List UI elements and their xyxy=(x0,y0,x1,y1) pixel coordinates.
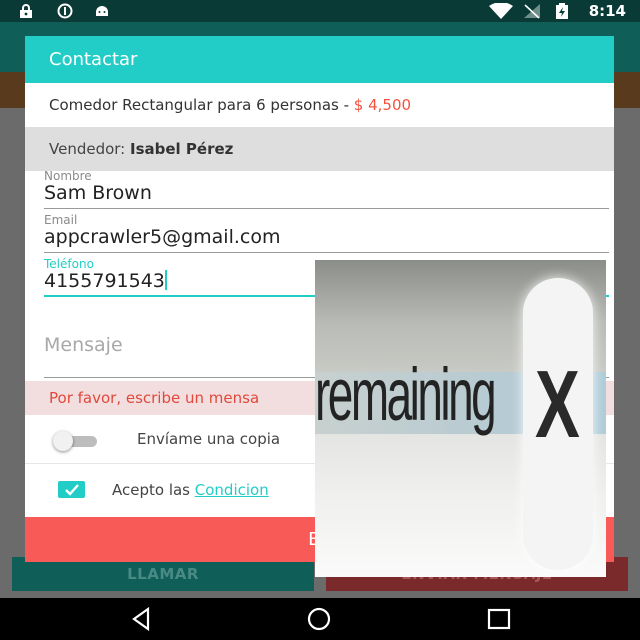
email-value[interactable]: appcrawler5@gmail.com xyxy=(44,226,280,248)
overlay-word: remaining xyxy=(315,353,497,436)
product-name: Comedor Rectangular para 6 personas - xyxy=(49,96,354,114)
overlay-image: remaining X xyxy=(315,260,606,577)
text-cursor xyxy=(164,270,167,290)
overlay-close-icon[interactable]: X xyxy=(535,350,580,460)
android-icon xyxy=(96,6,108,16)
name-field[interactable]: Nombre Sam Brown xyxy=(44,169,609,209)
call-button[interactable]: LLAMAR xyxy=(12,557,314,591)
seller-name: Isabel Pérez xyxy=(130,140,234,158)
circle-info-icon xyxy=(57,3,73,19)
name-label: Nombre xyxy=(44,169,92,183)
lock-icon xyxy=(20,4,32,18)
toggle-thumb xyxy=(53,431,73,451)
copy-toggle-label: Envíame una copia xyxy=(137,430,281,448)
phone-value-wrap[interactable]: 4155791543 xyxy=(44,270,167,292)
seller-label: Vendedor: xyxy=(49,140,131,158)
phone-label: Teléfono xyxy=(44,257,94,271)
recents-icon[interactable] xyxy=(486,606,512,632)
copy-toggle[interactable] xyxy=(53,431,103,451)
email-label: Email xyxy=(44,213,78,227)
product-line: Comedor Rectangular para 6 personas - $ … xyxy=(25,83,614,127)
terms-checkbox[interactable] xyxy=(58,481,85,498)
terms-prefix: Acepto las xyxy=(112,481,195,499)
wifi-icon xyxy=(489,3,513,19)
name-value[interactable]: Sam Brown xyxy=(44,182,152,204)
product-price: $ 4,500 xyxy=(353,96,412,114)
home-icon[interactable] xyxy=(306,606,332,632)
phone-value[interactable]: 4155791543 xyxy=(44,270,165,292)
terms-link[interactable]: Condicion xyxy=(195,481,269,499)
back-icon[interactable] xyxy=(128,606,154,632)
terms-label: Acepto las Condicion xyxy=(112,481,269,499)
checkmark-icon xyxy=(65,484,79,496)
dialog-title: Contactar xyxy=(25,36,614,83)
navigation-bar xyxy=(0,598,640,640)
email-field[interactable]: Email appcrawler5@gmail.com xyxy=(44,213,609,253)
battery-charging-icon xyxy=(556,3,568,19)
status-time: 8:14 xyxy=(588,2,626,20)
seller-line: Vendedor: Isabel Pérez xyxy=(25,127,614,171)
message-placeholder: Mensaje xyxy=(44,334,123,356)
status-bar: 8:14 xyxy=(0,0,640,22)
no-signal-icon xyxy=(524,4,540,19)
